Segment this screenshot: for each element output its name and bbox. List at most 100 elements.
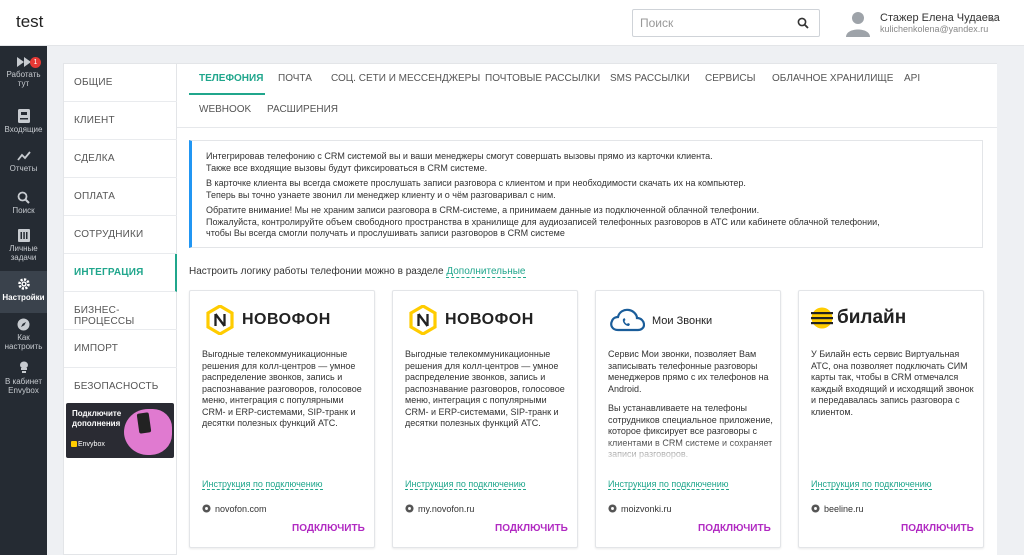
connect-button[interactable]: Подключить [292,523,365,534]
connection-guide-link[interactable]: Инструкция по подключению [202,479,323,490]
submenu-item-import[interactable]: Импорт [64,330,177,368]
connection-guide-link[interactable]: Инструкция по подключению [811,479,932,490]
info-line: чтобы Вы всегда смогли получать и прослу… [206,228,565,238]
nav-item-label: Настройки [2,293,45,302]
nav-item-label: Поиск [12,206,35,215]
connect-button[interactable]: Подключить [901,523,974,534]
card-description: Выгодные телекоммуникационные решения дл… [202,349,368,463]
brand-name: НОВОФОН [242,311,331,328]
main-panel: Телефония Почта Соц. сети и мессенджеры … [177,63,997,555]
avatar[interactable] [845,9,871,37]
tab-api[interactable]: API [904,73,920,84]
brand-name: Мои Звонки [652,315,713,327]
user-name[interactable]: Стажер Елена Чудаева [880,12,1000,24]
search-icon[interactable] [797,17,809,29]
brand-name: НОВОФОН [445,311,534,328]
tab-mail[interactable]: Почта [278,73,312,84]
beeline-logo-icon [811,307,833,329]
card-description-text: Выгодные телекоммуникационные решения дл… [202,349,362,428]
chart-line-icon [16,151,31,161]
connect-button[interactable]: Подключить [698,523,771,534]
active-tab-indicator [189,93,265,95]
info-line: Обратите внимание! Мы не храним записи р… [206,205,760,215]
gear-icon [17,278,30,290]
info-line: Интегрировав телефонию с CRM системой вы… [206,151,713,161]
inbox-icon [17,109,30,123]
info-line: Теперь вы точно узнаете звонил ли менедж… [206,189,556,200]
nav-item-reports[interactable]: Отчеты [0,150,47,190]
card-description: Выгодные телекоммуникационные решения дл… [405,349,571,463]
nav-item-label: Отчеты [9,164,38,173]
card-website: novofon.com [215,504,267,514]
nav-item-tasks[interactable]: Личные задачи [0,229,47,269]
card-description: Сервис Мои звонки, позволяет Вам записыв… [608,349,774,463]
info-line: Также все входящие вызовы будут фиксиров… [206,162,488,173]
submenu-item-deal[interactable]: Сделка [64,140,177,178]
tab-mail-campaigns[interactable]: Почтовые рассылки [485,73,600,84]
promo-brand: Envybox [78,441,105,448]
submenu-item-security[interactable]: Безопасность [64,368,177,406]
submenu-item-integration[interactable]: Интеграция [64,254,177,292]
main-sidebar: Работать тут 1 Входящие Отчеты Поиск Лич… [0,46,47,555]
tab-extensions[interactable]: Расширения [267,104,338,115]
brand-name: билайн [837,307,907,328]
card-description-text: Выгодные телекоммуникационные решения дл… [405,349,565,428]
info-paragraph: В карточке клиента вы всегда сможете про… [206,178,982,201]
tab-cloud-storage[interactable]: Облачное хранилище [772,73,893,84]
config-hint-text: Настроить логику работы телефонии можно … [189,266,447,277]
chevron-down-icon[interactable] [988,15,998,23]
nav-item-how-to[interactable]: Как настроить [0,318,47,358]
nav-item-label: В кабинет Envybox [5,377,42,395]
info-line: В карточке клиента вы всегда сможете про… [206,178,746,188]
top-header: test Стажер Елена Чудаева kulichenkolena… [0,0,1024,46]
tab-telephony[interactable]: Телефония [199,73,263,84]
submenu-item-business-processes[interactable]: Бизнес-процессы [64,292,177,330]
card-description-text: Сервис Мои звонки, позволяет Вам записыв… [608,349,769,394]
globe-icon [202,504,211,513]
card-description: У Билайн есть сервис Виртуальная АТС, он… [811,349,977,463]
nav-item-label: Личные задачи [9,244,38,262]
nav-item-envybox[interactable]: В кабинет Envybox [0,361,47,401]
novofon-logo-icon [206,305,234,335]
nav-item-label: Работать тут [6,70,41,88]
submenu-item-employees[interactable]: Сотрудники [64,216,177,254]
promo-banner[interactable]: Подключите дополнения Envybox [66,403,174,458]
connect-button[interactable]: Подключить [495,523,568,534]
submenu-item-client[interactable]: Клиент [64,102,177,140]
compass-icon [17,318,30,331]
nav-item-search[interactable]: Поиск [0,191,47,231]
search-icon [17,191,30,204]
submenu-item-general[interactable]: Общие [64,64,177,102]
connection-guide-link[interactable]: Инструкция по подключению [608,479,729,490]
tabs-divider [177,127,997,128]
card-description-text: Вы устанавливаете на телефоны сотруднико… [608,403,773,459]
nav-item-label: Как настроить [4,333,43,351]
submenu-item-payment[interactable]: Оплата [64,178,177,216]
envybox-logo-icon [71,441,77,447]
nav-item-work[interactable]: Работать тут 1 [0,56,47,96]
integration-card-beeline: билайн У Билайн есть сервис Виртуальная … [798,290,984,548]
notification-badge: 1 [30,57,41,68]
tab-sms-campaigns[interactable]: SMS рассылки [610,73,690,84]
nav-item-inbox[interactable]: Входящие [0,109,47,149]
card-description-text: У Билайн есть сервис Виртуальная АТС, он… [811,349,974,417]
phone-illustration-icon [136,412,152,434]
nav-item-label: Входящие [4,125,43,134]
card-website: moizvonki.ru [621,504,672,514]
search-box[interactable] [632,9,820,37]
envybox-icon [19,361,28,373]
nav-item-settings[interactable]: Настройки [0,271,47,313]
info-line: Пожалуйста, контролируйте объем свободно… [206,216,880,227]
tab-social-messengers[interactable]: Соц. сети и мессенджеры [331,73,480,84]
search-input[interactable] [633,10,783,36]
tab-services[interactable]: Сервисы [705,73,756,84]
config-hint: Настроить логику работы телефонии можно … [189,266,526,278]
cloud-phone-icon [610,308,645,332]
connection-guide-link[interactable]: Инструкция по подключению [405,479,526,490]
app-title: test [16,12,44,31]
integration-card-my-novofon: НОВОФОН Выгодные телекоммуникационные ре… [392,290,578,548]
telephony-info-box: Интегрировав телефонию с CRM системой вы… [189,140,983,248]
tab-webhook[interactable]: Webhook [199,104,251,115]
novofon-logo-icon [409,305,437,335]
additional-settings-link[interactable]: Дополнительные [446,266,526,278]
